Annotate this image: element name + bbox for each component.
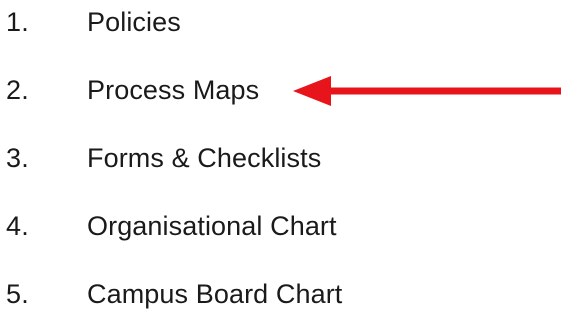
- list-item-number: 1.: [6, 7, 29, 37]
- arrow-shaft: [323, 87, 561, 95]
- list-item: 5. Campus Board Chart: [0, 274, 561, 314]
- numbered-list: 1. Policies 2. Process Maps 3. Forms & C…: [0, 0, 561, 320]
- list-item-label-campus-board-chart: Campus Board Chart: [87, 279, 343, 309]
- list-item: 3. Forms & Checklists: [0, 138, 561, 178]
- list-item-label-process-maps: Process Maps: [87, 75, 260, 105]
- list-item: 1. Policies: [0, 2, 561, 42]
- arrow-head: [293, 76, 331, 106]
- list-item-label-forms-checklists: Forms & Checklists: [87, 143, 322, 173]
- list-item-number: 4.: [6, 211, 29, 241]
- list-item-number: 5.: [6, 279, 29, 309]
- red-arrow-icon: [293, 76, 561, 106]
- list-item-label-policies: Policies: [87, 7, 181, 37]
- list-item-number: 3.: [6, 143, 29, 173]
- list-item: 4. Organisational Chart: [0, 206, 561, 246]
- list-item-label-organisational-chart: Organisational Chart: [87, 211, 337, 241]
- list-item-number: 2.: [6, 75, 29, 105]
